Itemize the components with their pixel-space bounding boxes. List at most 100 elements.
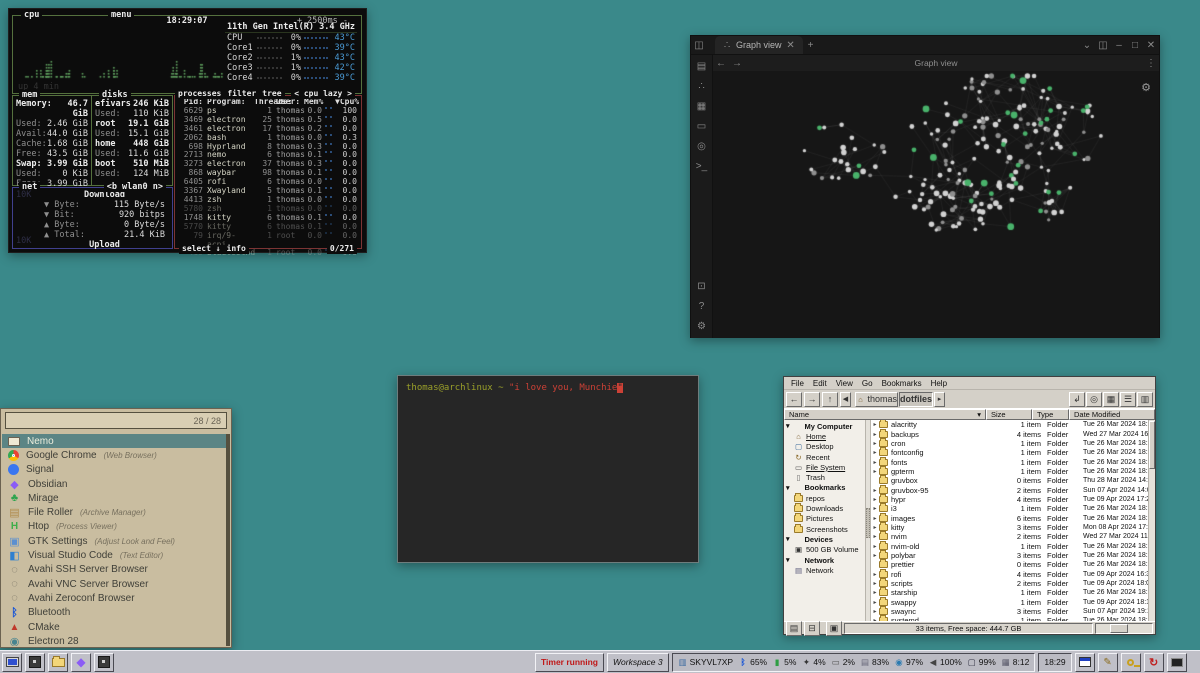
launcher-item[interactable]: Nemo [2, 434, 226, 448]
file-row[interactable]: scripts 2 items Folder Tue 09 Apr 2024 1… [871, 579, 1148, 588]
minimize-icon[interactable]: – [1111, 40, 1127, 51]
tray-item[interactable]: 100% [928, 657, 962, 668]
stacked-tabs-icon[interactable]: ◫ [1095, 40, 1111, 51]
tray-item[interactable]: 83% [860, 657, 889, 668]
file-row[interactable]: starship 1 item Folder Tue 26 Mar 2024 1… [871, 588, 1148, 597]
expander-icon[interactable] [871, 599, 879, 606]
tray-item[interactable]: 2% [831, 657, 855, 668]
side-pane-item[interactable]: Bookmarks [784, 483, 865, 493]
workspace-indicator[interactable]: Workspace 3 [607, 653, 669, 672]
tray-item[interactable]: 4% [801, 657, 825, 668]
file-row[interactable]: images 6 items Folder Tue 26 Mar 2024 18… [871, 513, 1148, 522]
knowledge-graph-canvas[interactable] [713, 71, 1159, 338]
toolbar-view-button[interactable]: ▥ [1137, 392, 1153, 407]
fm-horizontal-scrollbar[interactable] [1095, 623, 1153, 634]
launcher-search-input[interactable]: 28 / 28 [5, 412, 227, 429]
tray-item[interactable]: 99% [967, 657, 996, 668]
file-row[interactable]: hypr 4 items Folder Tue 09 Apr 2024 17:2… [871, 495, 1148, 504]
btop-mem-title[interactable]: mem [19, 90, 40, 100]
side-pane-item[interactable]: Home [784, 431, 865, 441]
expander-icon[interactable] [871, 459, 879, 466]
expander-icon[interactable] [871, 589, 879, 596]
toolbar-view-button[interactable]: ▦ [1103, 392, 1119, 407]
ribbon-icon[interactable]: ▦ [694, 101, 710, 112]
expander-icon[interactable] [871, 496, 879, 503]
expander-icon[interactable] [871, 431, 879, 438]
path-scroll-left-button[interactable]: ◀ [840, 392, 851, 407]
side-pane-item[interactable]: Screenshots [784, 524, 865, 534]
path-home-button[interactable]: thomas [855, 392, 898, 407]
menu-item[interactable]: File [787, 379, 808, 388]
expander-icon[interactable] [871, 515, 879, 522]
toolbar-view-button[interactable]: ◎ [1086, 392, 1102, 407]
launcher-item[interactable]: Google Chrome (Web Browser) [2, 448, 226, 462]
file-row[interactable]: gpterm 1 item Folder Tue 26 Mar 2024 18:… [871, 467, 1148, 476]
file-row[interactable]: swaync 3 items Folder Sun 07 Apr 2024 19… [871, 607, 1148, 616]
file-row[interactable]: swappy 1 item Folder Tue 09 Apr 2024 18:… [871, 598, 1148, 607]
ribbon-bottom-icon[interactable]: ⚙ [694, 321, 710, 332]
processes-filter[interactable]: filter [224, 90, 259, 99]
tray-item[interactable]: 65% [738, 657, 767, 667]
expander-icon[interactable] [871, 449, 879, 456]
tray-item[interactable]: 5% [772, 657, 796, 668]
graph-view-canvas-area[interactable]: ⚙ [713, 71, 1159, 338]
side-pane-item[interactable]: Downloads [784, 503, 865, 513]
forward-button[interactable]: → [804, 392, 820, 407]
back-button[interactable]: ← [786, 392, 802, 407]
processes-tree[interactable]: tree [259, 90, 284, 99]
path-current-button[interactable]: dotfiles [899, 392, 933, 407]
tray-item[interactable]: 8:12 [1001, 657, 1030, 668]
expander-icon[interactable] [871, 524, 879, 531]
file-row[interactable]: kitty 3 items Folder Mon 08 Apr 2024 17:… [871, 523, 1148, 532]
net-interface[interactable]: <b wlan0 n> [104, 182, 166, 192]
file-row[interactable]: fonts 1 item Folder Tue 26 Mar 2024 18:0… [871, 457, 1148, 466]
side-pane-item[interactable]: Network [784, 565, 865, 575]
expander-icon[interactable] [871, 552, 879, 559]
toolbar-view-button[interactable]: ☰ [1120, 392, 1136, 407]
expander-icon[interactable] [871, 533, 879, 540]
tray-item[interactable]: SKYVL7XP [678, 657, 733, 668]
file-row[interactable]: prettier 0 items Folder Tue 26 Mar 2024 … [871, 560, 1148, 569]
column-header-type[interactable]: Type [1032, 409, 1069, 420]
side-pane-item[interactable]: My Computer [784, 421, 865, 431]
ribbon-bottom-icon[interactable]: ? [694, 301, 710, 312]
new-tab-icon[interactable]: + [803, 40, 819, 51]
toggle-places-button[interactable]: ▤ [786, 621, 802, 636]
toolbar-view-button[interactable]: ↲ [1069, 392, 1085, 407]
launcher-item[interactable]: Electron 28 [2, 634, 226, 646]
expander-icon[interactable] [871, 487, 879, 494]
launcher-item[interactable]: Visual Studio Code (Text Editor) [2, 548, 226, 562]
menu-item[interactable]: Go [858, 379, 877, 388]
file-row[interactable]: cron 1 item Folder Tue 26 Mar 2024 18:04… [871, 439, 1148, 448]
fm-vertical-scrollbar[interactable] [1148, 420, 1155, 621]
file-row[interactable]: nvim 2 items Folder Wed 27 Mar 2024 11:0… [871, 532, 1148, 541]
file-row[interactable]: gruvbox 0 items Folder Thu 28 Mar 2024 1… [871, 476, 1148, 485]
launcher-item[interactable]: Avahi SSH Server Browser [2, 563, 226, 577]
launcher-item[interactable]: GTK Settings (Adjust Look and Feel) [2, 534, 226, 548]
maximize-icon[interactable]: □ [1127, 40, 1143, 51]
file-row[interactable]: fontconfig 1 item Folder Tue 26 Mar 2024… [871, 448, 1148, 457]
processes-sort[interactable]: < cpu lazy > [291, 90, 355, 99]
launcher-button-files[interactable] [48, 653, 68, 672]
file-row[interactable]: nvim-old 1 item Folder Tue 26 Mar 2024 1… [871, 541, 1148, 550]
process-select-hint[interactable]: select ↓ [179, 245, 224, 254]
process-row[interactable]: 5780 zsh 1 thomas 0.0 0.0 [175, 205, 361, 214]
taskbar-button-keys[interactable] [1121, 653, 1141, 672]
tab-close-icon[interactable]: ✕ [786, 40, 796, 51]
tab-list-chevron-icon[interactable]: ⌄ [1079, 40, 1095, 51]
file-row[interactable]: polybar 3 items Folder Tue 26 Mar 2024 1… [871, 551, 1148, 560]
file-row[interactable]: i3 1 item Folder Tue 26 Mar 2024 18:04:0… [871, 504, 1148, 513]
terminal-window[interactable]: thomas@archlinux ~ "i love you, Munchie" [397, 375, 699, 563]
side-pane-item[interactable]: Recent [784, 452, 865, 462]
launcher-scrollbar[interactable] [226, 434, 230, 646]
launcher-item[interactable]: File Roller (Archive Manager) [2, 505, 226, 519]
expander-icon[interactable] [871, 608, 879, 615]
tab-graph-view[interactable]: ∴ Graph view ✕ [715, 36, 803, 54]
sidebar-toggle-icon[interactable]: ◫ [691, 40, 707, 51]
column-header-date[interactable]: Date Modified [1069, 409, 1155, 420]
file-row[interactable]: systemd 1 item Folder Tue 26 Mar 2024 18… [871, 616, 1148, 621]
launcher-item[interactable]: Bluetooth [2, 606, 226, 620]
side-pane-item[interactable]: Network [784, 555, 865, 565]
clock[interactable]: 18:29 [1038, 653, 1071, 672]
expander-icon[interactable] [871, 468, 879, 475]
